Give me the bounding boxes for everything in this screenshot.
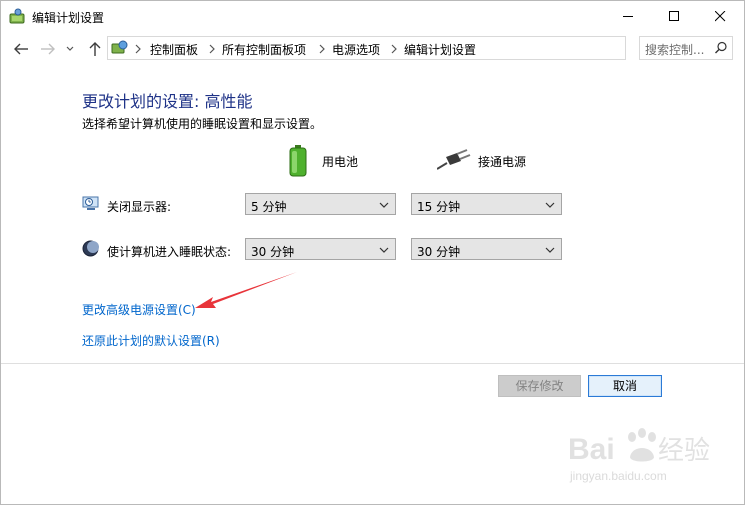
divider xyxy=(1,363,744,364)
breadcrumb-separator-icon xyxy=(318,43,326,57)
breadcrumb-power-options[interactable]: 电源选项 xyxy=(332,41,380,58)
maximize-button[interactable] xyxy=(652,1,698,32)
breadcrumb-edit-plan[interactable]: 编辑计划设置 xyxy=(404,41,476,58)
page-description: 选择希望计算机使用的睡眠设置和显示设置。 xyxy=(82,117,323,131)
sleep-label: 使计算机进入睡眠状态: xyxy=(107,245,232,259)
battery-icon xyxy=(289,145,307,180)
restore-defaults-link[interactable]: 还原此计划的默认设置(R) xyxy=(82,332,220,349)
select-value: 15 分钟 xyxy=(417,200,461,214)
cancel-button[interactable]: 取消 xyxy=(588,375,662,397)
address-bar[interactable]: 控制面板 所有控制面板项 电源选项 编辑计划设置 xyxy=(107,36,724,60)
up-button[interactable] xyxy=(84,38,106,60)
chevron-down-icon xyxy=(379,202,389,208)
select-value: 30 分钟 xyxy=(417,245,461,259)
breadcrumb-separator-icon xyxy=(390,43,398,57)
baidu-watermark: Bai 经验 jingyan.baidu.com xyxy=(566,419,731,489)
search-icon xyxy=(714,41,728,58)
arrow-right-icon xyxy=(41,43,55,55)
forward-button[interactable] xyxy=(37,38,59,60)
turn-off-display-plugged-select[interactable]: 15 分钟 xyxy=(411,193,562,215)
turn-off-display-battery-select[interactable]: 5 分钟 xyxy=(245,193,396,215)
search-placeholder: 搜索控制... xyxy=(645,43,705,57)
svg-text:经验: 经验 xyxy=(658,435,710,465)
arrow-up-icon xyxy=(89,42,101,56)
breadcrumb-control-panel[interactable]: 控制面板 xyxy=(150,41,198,58)
breadcrumb-separator-icon xyxy=(134,43,142,57)
display-icon xyxy=(82,195,100,214)
back-button[interactable] xyxy=(11,38,33,60)
svg-text:Bai: Bai xyxy=(568,433,615,466)
select-value: 30 分钟 xyxy=(251,245,295,259)
sleep-battery-select[interactable]: 30 分钟 xyxy=(245,238,396,260)
title-bar: 编辑计划设置 xyxy=(1,1,744,32)
annotation-arrow xyxy=(195,272,297,308)
chevron-down-icon xyxy=(545,247,555,253)
watermark-url: jingyan.baidu.com xyxy=(570,469,667,483)
select-value: 5 分钟 xyxy=(251,200,287,214)
sleep-icon xyxy=(82,240,99,260)
page-title: 更改计划的设置: 高性能 xyxy=(82,92,253,111)
chevron-down-icon xyxy=(66,46,74,51)
edit-plan-settings-window: 编辑计划设置 控制面板 所有控制面板项 电源选项 编辑计划设置 搜索控制... … xyxy=(0,0,745,505)
maximize-icon xyxy=(669,11,679,21)
column-header-plugged-in: 接通电源 xyxy=(478,155,527,169)
search-box[interactable]: 搜索控制... xyxy=(639,36,733,60)
window-title: 编辑计划设置 xyxy=(32,11,105,25)
chevron-down-icon xyxy=(545,202,555,208)
breadcrumb-all-items[interactable]: 所有控制面板项 xyxy=(222,41,306,58)
arrow-left-icon xyxy=(14,43,28,55)
chevron-down-icon xyxy=(379,247,389,253)
sleep-plugged-select[interactable]: 30 分钟 xyxy=(411,238,562,260)
recent-locations-button[interactable] xyxy=(63,38,77,60)
close-icon xyxy=(715,11,726,22)
control-panel-icon xyxy=(111,39,129,60)
save-changes-button[interactable]: 保存修改 xyxy=(498,375,581,397)
minimize-button[interactable] xyxy=(606,1,652,32)
breadcrumb-separator-icon xyxy=(208,43,216,57)
minimize-icon xyxy=(623,16,633,17)
power-options-icon xyxy=(9,8,27,26)
power-plug-icon xyxy=(436,149,471,174)
column-header-battery: 用电池 xyxy=(322,155,359,169)
advanced-power-settings-link[interactable]: 更改高级电源设置(C) xyxy=(82,301,196,318)
turn-off-display-label: 关闭显示器: xyxy=(107,200,172,214)
close-button[interactable] xyxy=(698,1,744,32)
